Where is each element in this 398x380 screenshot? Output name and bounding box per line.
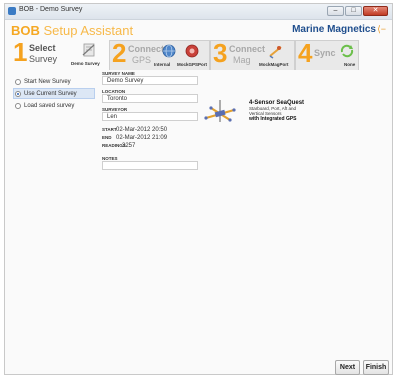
step-caption: Demo Survey — [71, 61, 100, 66]
readings-label: READINGS — [102, 143, 126, 148]
seaquest-device-icon — [204, 100, 236, 122]
option-label: Use Current Survey — [24, 90, 77, 97]
step-number: 3 — [213, 38, 228, 68]
step-select-survey[interactable]: 1 Select Survey Demo Survey — [11, 37, 109, 70]
step-sync[interactable]: 4 Sync None — [295, 38, 359, 70]
app-header: BOB Setup Assistant Marine Magnetics ⟨− — [5, 20, 392, 40]
magnetometer-icon — [269, 46, 282, 59]
readings-value: 3257 — [122, 143, 136, 149]
maximize-button[interactable]: □ — [345, 6, 362, 16]
window-title: BOB - Demo Survey — [19, 6, 83, 13]
brand-name: BOB — [11, 23, 40, 38]
step-label: Connect — [229, 44, 265, 54]
minimize-button[interactable]: – — [327, 6, 344, 16]
gps-icon — [185, 44, 199, 58]
step-number: 2 — [112, 38, 127, 68]
app-icon — [8, 7, 16, 15]
step-connect-gps[interactable]: 2 Connect GPS Internal MockGPSPort — [109, 38, 210, 70]
close-button[interactable]: ✕ — [363, 6, 388, 16]
device-description: 4-Sensor SeaQuest Starboard, Port, Aft a… — [249, 100, 339, 122]
readings-row: READINGS3257 — [102, 142, 202, 150]
option-label: Load saved survey — [24, 102, 75, 109]
radio-button-checked[interactable] — [15, 90, 21, 97]
surveyor-field[interactable]: Len — [102, 112, 198, 121]
location-field[interactable]: Toronto — [102, 94, 198, 103]
next-button[interactable]: Next — [335, 360, 360, 375]
option-start-new[interactable]: Start New Survey — [15, 76, 95, 87]
globe-icon — [162, 44, 176, 58]
brand-subtitle: Setup Assistant — [39, 23, 134, 38]
step-label: Select — [29, 43, 56, 53]
start-label: START — [102, 127, 117, 132]
gps-caption-1: Internal — [154, 62, 171, 67]
survey-form: SURVEY NAME Demo Survey LOCATION Toronto… — [102, 71, 202, 170]
survey-name-field[interactable]: Demo Survey — [102, 76, 198, 85]
start-value: 02-Mar-2012 20:50 — [116, 127, 168, 133]
wizard-steps: 1 Select Survey Demo Survey 2 Connect GP… — [11, 37, 391, 70]
device-gps-note: with Integrated GPS — [249, 116, 297, 122]
notes-field[interactable] — [102, 161, 198, 170]
step-label-2: Mag — [233, 55, 251, 65]
survey-icon — [82, 43, 95, 57]
step-label: Connect — [128, 44, 164, 54]
step-number: 4 — [298, 38, 313, 68]
radio-button[interactable] — [15, 102, 21, 109]
step-caption: None — [344, 62, 356, 67]
gps-caption-2: MockGPSPort — [177, 62, 208, 67]
end-value: 02-Mar-2012 21:09 — [116, 135, 168, 141]
company-logo-icon: ⟨− — [377, 24, 386, 34]
step-connect-mag[interactable]: 3 Connect Mag MockMagPort — [210, 38, 295, 70]
sync-icon — [340, 44, 354, 58]
step-label: Sync — [314, 48, 336, 58]
company-logo-text: Marine Magnetics — [292, 24, 376, 35]
step-label-2: Survey — [29, 54, 58, 64]
start-row: START02-Mar-2012 20:50 — [102, 126, 202, 134]
option-use-current[interactable]: Use Current Survey — [13, 88, 95, 99]
survey-options: Start New Survey Use Current Survey Load… — [13, 76, 95, 112]
title-bar: BOB - Demo Survey – □ ✕ — [5, 4, 392, 20]
step-caption: MockMagPort — [259, 62, 289, 67]
radio-button[interactable] — [15, 78, 21, 85]
finish-button[interactable]: Finish — [363, 360, 389, 375]
end-label: END — [102, 135, 112, 140]
option-label: Start New Survey — [24, 78, 71, 85]
end-row: END 02-Mar-2012 21:09 — [102, 134, 202, 142]
step-label-2: GPS — [132, 55, 152, 65]
app-window: BOB - Demo Survey – □ ✕ BOB Setup Assist… — [4, 3, 393, 375]
option-load-saved[interactable]: Load saved survey — [15, 100, 95, 111]
step-number: 1 — [13, 37, 28, 67]
brand-title: BOB Setup Assistant — [11, 23, 133, 38]
